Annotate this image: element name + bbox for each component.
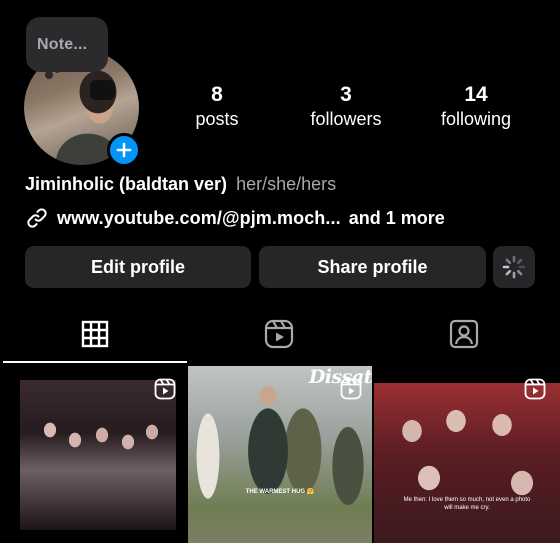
link-icon bbox=[27, 208, 47, 228]
profile-link-more[interactable]: and 1 more bbox=[349, 208, 445, 229]
post-caption: THE WARMEST HUG 🤗 bbox=[245, 489, 315, 495]
tab-posts-grid[interactable] bbox=[79, 318, 111, 350]
reel-badge-icon bbox=[524, 378, 546, 400]
discover-people-button[interactable] bbox=[493, 246, 535, 288]
tab-tagged[interactable] bbox=[448, 318, 480, 350]
share-profile-button[interactable]: Share profile bbox=[259, 246, 486, 288]
stat-following-label: following bbox=[440, 109, 512, 129]
profile-link-url[interactable]: www.youtube.com/@pjm.moch... bbox=[57, 208, 341, 229]
post-tile[interactable]: Dissat THE WARMEST HUG 🤗 bbox=[188, 366, 372, 543]
add-story-button[interactable] bbox=[107, 133, 141, 167]
loading-spinner-icon bbox=[502, 255, 526, 279]
reels-icon bbox=[264, 319, 294, 349]
reel-badge-icon bbox=[340, 378, 362, 400]
stat-followers[interactable]: 3 followers bbox=[298, 84, 394, 132]
post-tile[interactable]: Me then: I love them so much, not even a… bbox=[374, 366, 560, 543]
profile-name: Jiminholic (baldtan ver) bbox=[25, 174, 228, 194]
profile-name-line: Jiminholic (baldtan ver) her/she/hers bbox=[25, 174, 336, 195]
grid-icon bbox=[81, 320, 109, 348]
note-bubble[interactable]: Note... bbox=[26, 17, 108, 72]
profile-links[interactable]: www.youtube.com/@pjm.moch... and 1 more bbox=[25, 206, 445, 230]
stat-posts-label: posts bbox=[195, 109, 239, 129]
tab-reels[interactable] bbox=[263, 318, 295, 350]
stat-following-value: 14 bbox=[464, 83, 488, 106]
reel-badge-icon bbox=[154, 378, 176, 400]
post-caption: Me then: I love them so much, not even a… bbox=[403, 497, 531, 511]
active-tab-indicator bbox=[3, 361, 187, 363]
stat-followers-label: followers bbox=[310, 109, 382, 129]
profile-pronouns: her/she/hers bbox=[236, 174, 337, 194]
post-thumbnail bbox=[20, 380, 176, 530]
stat-followers-value: 3 bbox=[340, 83, 352, 106]
post-tile[interactable] bbox=[0, 366, 186, 543]
plus-icon bbox=[116, 142, 132, 158]
edit-profile-button[interactable]: Edit profile bbox=[25, 246, 251, 288]
stat-posts-value: 8 bbox=[211, 83, 223, 106]
note-placeholder: Note... bbox=[37, 36, 88, 53]
post-thumbnail bbox=[374, 383, 560, 543]
tagged-person-icon bbox=[449, 319, 479, 349]
stat-following[interactable]: 14 following bbox=[428, 84, 524, 132]
avatar-mask-shape bbox=[90, 80, 115, 100]
stat-posts[interactable]: 8 posts bbox=[178, 84, 256, 132]
